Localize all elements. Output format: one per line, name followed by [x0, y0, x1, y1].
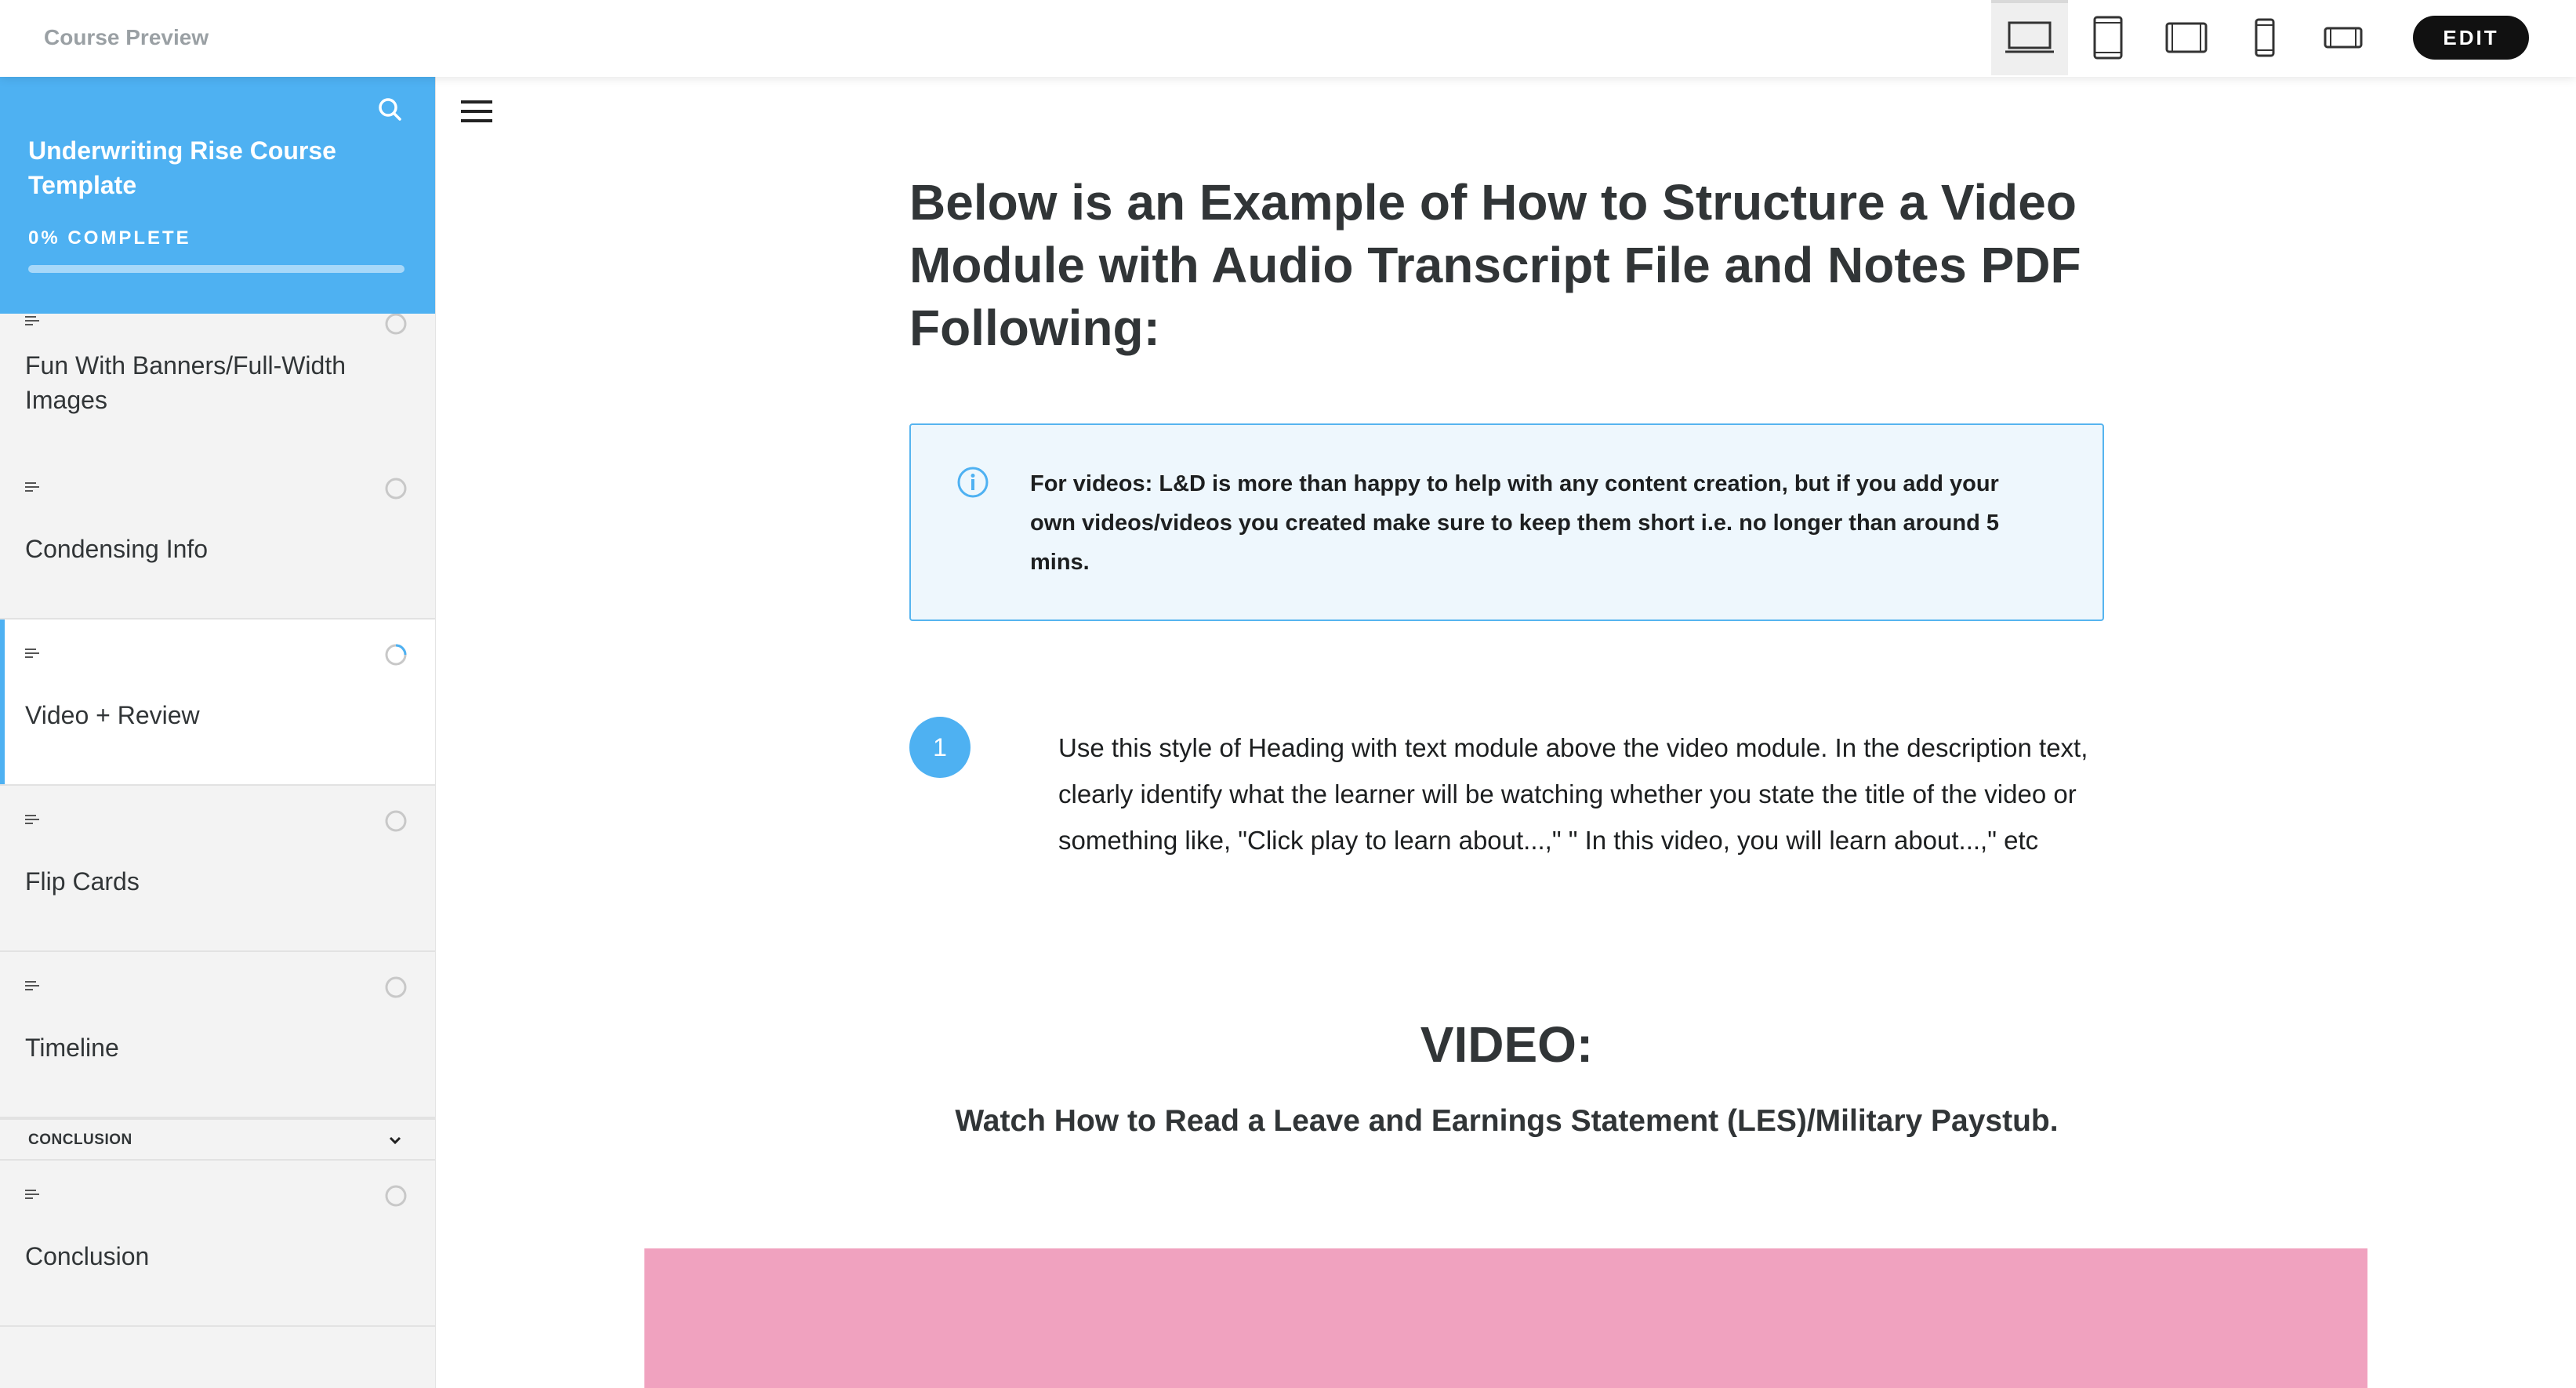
edit-button[interactable]: EDIT: [2413, 16, 2529, 60]
note-text: For videos: L&D is more than happy to he…: [1030, 464, 2049, 582]
sidebar-item-condensing-info[interactable]: Condensing Info: [0, 453, 435, 620]
progress-label: 0% COMPLETE: [28, 227, 191, 249]
course-title[interactable]: Underwriting Rise Course Template: [28, 133, 373, 202]
tablet-landscape-icon: [2165, 22, 2208, 53]
not-started-circle-icon: [385, 810, 407, 832]
top-bar: Course Preview EDIT: [0, 0, 2576, 77]
sidebar: Fun With Banners/Full-Width Images Conde…: [0, 77, 436, 1388]
section-label: CONCLUSION: [28, 1132, 132, 1148]
sidebar-item-fun-with-banners[interactable]: Fun With Banners/Full-Width Images: [0, 304, 435, 471]
hamburger-menu-icon[interactable]: [459, 97, 494, 125]
phone-portrait-icon: [2255, 18, 2275, 57]
sidebar-item-flip-cards[interactable]: Flip Cards: [0, 786, 435, 952]
not-started-circle-icon: [385, 1185, 407, 1207]
sidebar-item-timeline[interactable]: Timeline: [0, 952, 435, 1118]
video-player[interactable]: [644, 1248, 2367, 1388]
video-subheading: Watch How to Read a Leave and Earnings S…: [955, 1104, 2059, 1138]
text-lines-icon: [25, 981, 39, 990]
course-header: Underwriting Rise Course Template 0% COM…: [0, 77, 435, 314]
tablet-landscape-view-button[interactable]: [2148, 0, 2225, 75]
text-lines-icon: [25, 482, 39, 492]
video-heading: VIDEO:: [1420, 1016, 1594, 1073]
note-callout: For videos: L&D is more than happy to he…: [909, 423, 2104, 621]
not-started-circle-icon: [385, 478, 407, 500]
step-text: Use this style of Heading with text modu…: [1058, 733, 2088, 855]
page-title: Below is an Example of How to Structure …: [909, 174, 2081, 356]
sidebar-item-label: Video + Review: [25, 701, 200, 729]
in-progress-circle-icon: [385, 644, 407, 666]
preview-title: Course Preview: [44, 25, 209, 49]
sidebar-item-label: Timeline: [25, 1034, 119, 1062]
sidebar-item-conclusion[interactable]: Conclusion: [0, 1161, 435, 1327]
sidebar-item-label: Fun With Banners/Full-Width Images: [25, 351, 346, 414]
desktop-view-button[interactable]: [1991, 0, 2068, 75]
info-icon: [957, 467, 989, 498]
sidebar-item-label: Condensing Info: [25, 535, 209, 563]
note-label: For videos:: [1030, 471, 1153, 496]
phone-landscape-icon: [2324, 27, 2363, 49]
phone-portrait-view-button[interactable]: [2226, 0, 2303, 75]
text-lines-icon: [25, 316, 39, 325]
tablet-portrait-view-button[interactable]: [2070, 0, 2146, 75]
phone-landscape-view-button[interactable]: [2305, 0, 2382, 75]
text-lines-icon: [25, 649, 39, 658]
chevron-down-icon: [389, 1136, 401, 1145]
section-header-conclusion[interactable]: CONCLUSION: [0, 1118, 435, 1161]
note-body: L&D is more than happy to help with any …: [1030, 471, 2000, 575]
text-lines-icon: [25, 815, 39, 824]
laptop-icon: [2005, 21, 2054, 53]
tablet-portrait-icon: [2093, 16, 2123, 60]
sidebar-item-video-review[interactable]: Video + Review: [0, 620, 435, 786]
sidebar-item-label: Flip Cards: [25, 867, 140, 896]
step-number-badge: 1: [909, 717, 971, 778]
not-started-circle-icon: [385, 976, 407, 998]
sidebar-item-label: Conclusion: [25, 1242, 150, 1270]
progress-bar: [28, 265, 405, 273]
not-started-circle-icon: [385, 313, 407, 335]
search-icon[interactable]: [375, 94, 406, 125]
text-lines-icon: [25, 1190, 39, 1199]
